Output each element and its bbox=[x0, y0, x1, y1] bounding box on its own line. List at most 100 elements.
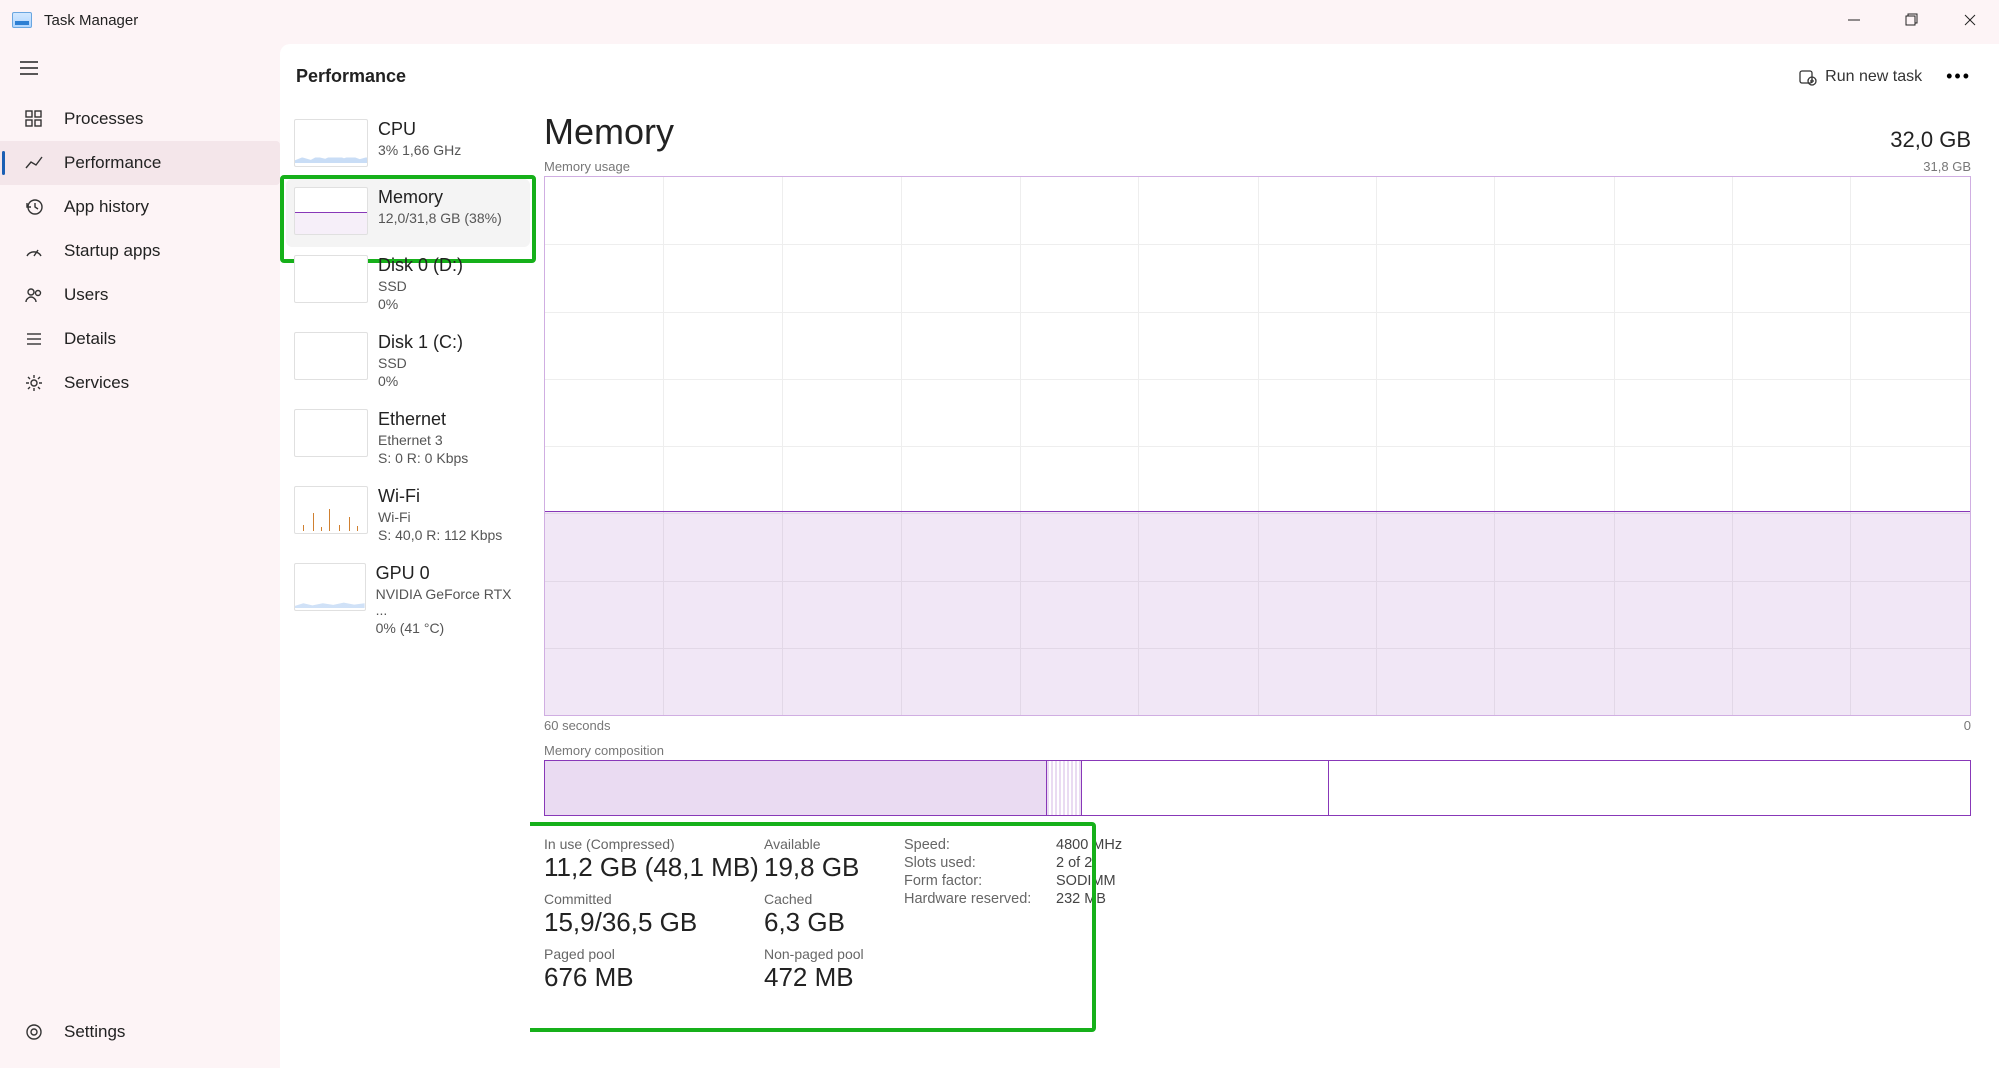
info-key: Hardware reserved: bbox=[904, 891, 1044, 907]
memory-composition-chart bbox=[544, 760, 1971, 816]
stat-value: 19,8 GB bbox=[764, 852, 904, 883]
app-icon bbox=[12, 12, 32, 28]
window-controls bbox=[1825, 0, 1999, 40]
info-key: Slots used: bbox=[904, 855, 1044, 871]
more-options-button[interactable]: ••• bbox=[1942, 62, 1975, 91]
resource-label: Wi-Fi bbox=[378, 486, 502, 507]
stat-value: 15,9/36,5 GB bbox=[544, 907, 764, 938]
cpu-sparkline bbox=[294, 119, 368, 167]
page-title: Performance bbox=[296, 66, 406, 87]
sidebar-item-label: Settings bbox=[64, 1022, 125, 1042]
gauge-icon bbox=[24, 241, 44, 261]
sidebar-item-label: Services bbox=[64, 373, 129, 393]
gpu-sparkline bbox=[294, 563, 366, 611]
stat-label: Committed bbox=[544, 891, 764, 907]
resource-label: Disk 0 (D:) bbox=[378, 255, 463, 276]
users-icon bbox=[24, 285, 44, 305]
resource-subtext2: 0% (41 °C) bbox=[376, 620, 522, 636]
resource-label: GPU 0 bbox=[376, 563, 522, 584]
stat-label: Available bbox=[764, 836, 904, 852]
detail-capacity: 32,0 GB bbox=[1890, 127, 1971, 153]
info-value: 2 of 2 bbox=[1056, 855, 1092, 871]
resource-item-cpu[interactable]: CPU 3% 1,66 GHz bbox=[286, 111, 530, 179]
composition-segment-modified bbox=[1047, 761, 1083, 815]
sidebar-item-label: Processes bbox=[64, 109, 143, 129]
resource-subtext: 12,0/31,8 GB (38%) bbox=[378, 210, 502, 226]
grid-icon bbox=[24, 109, 44, 129]
usage-chart-label: Memory usage bbox=[544, 159, 630, 174]
stat-label: Cached bbox=[764, 891, 904, 907]
run-task-icon bbox=[1799, 68, 1817, 86]
memory-stats: In use (Compressed) 11,2 GB (48,1 MB) Av… bbox=[544, 836, 1971, 993]
disk1-sparkline bbox=[294, 332, 368, 380]
history-icon bbox=[24, 197, 44, 217]
content-pane: Performance Run new task ••• CPU 3% 1,66… bbox=[280, 44, 1999, 1068]
stat-value: 472 MB bbox=[764, 962, 904, 993]
window-title: Task Manager bbox=[44, 12, 138, 29]
sidebar-item-services[interactable]: Services bbox=[0, 361, 280, 405]
composition-segment-standby bbox=[1082, 761, 1329, 815]
ethernet-sparkline bbox=[294, 409, 368, 457]
resource-label: Memory bbox=[378, 187, 502, 208]
title-bar: Task Manager bbox=[0, 0, 1999, 40]
stat-value: 6,3 GB bbox=[764, 907, 904, 938]
memory-info-table: Speed:4800 MHz Slots used:2 of 2 Form fa… bbox=[904, 836, 1204, 993]
info-value: SODIMM bbox=[1056, 873, 1116, 889]
resource-label: Disk 1 (C:) bbox=[378, 332, 463, 353]
sidebar-item-details[interactable]: Details bbox=[0, 317, 280, 361]
memory-usage-chart bbox=[544, 176, 1971, 716]
sidebar-item-performance[interactable]: Performance bbox=[0, 141, 280, 185]
resource-subtext2: 0% bbox=[378, 373, 463, 389]
sidebar-item-label: Startup apps bbox=[64, 241, 160, 261]
detail-title: Memory bbox=[544, 111, 674, 153]
resource-label: CPU bbox=[378, 119, 461, 140]
resource-item-disk0[interactable]: Disk 0 (D:) SSD 0% bbox=[286, 247, 530, 324]
stat-value: 11,2 GB (48,1 MB) bbox=[544, 852, 764, 883]
maximize-button[interactable] bbox=[1883, 0, 1941, 40]
resource-subtext: NVIDIA GeForce RTX ... bbox=[376, 586, 522, 618]
resource-item-memory[interactable]: Memory 12,0/31,8 GB (38%) bbox=[286, 179, 530, 247]
info-value: 232 MB bbox=[1056, 891, 1106, 907]
chart-icon bbox=[24, 153, 44, 173]
wifi-sparkline bbox=[294, 486, 368, 534]
hamburger-button[interactable] bbox=[0, 60, 280, 97]
sidebar-item-label: Users bbox=[64, 285, 108, 305]
list-icon bbox=[24, 329, 44, 349]
sidebar-item-processes[interactable]: Processes bbox=[0, 97, 280, 141]
composition-segment-free bbox=[1329, 761, 1970, 815]
info-value: 4800 MHz bbox=[1056, 837, 1122, 853]
run-new-task-button[interactable]: Run new task bbox=[1799, 68, 1922, 86]
resource-subtext2: S: 0 R: 0 Kbps bbox=[378, 450, 468, 466]
stat-value: 676 MB bbox=[544, 962, 764, 993]
memory-usage-fill bbox=[545, 511, 1970, 715]
gear-icon bbox=[24, 373, 44, 393]
info-key: Speed: bbox=[904, 837, 1044, 853]
sidebar-item-label: Details bbox=[64, 329, 116, 349]
resource-subtext: SSD bbox=[378, 278, 463, 294]
resource-item-gpu0[interactable]: GPU 0 NVIDIA GeForce RTX ... 0% (41 °C) bbox=[286, 555, 530, 648]
disk0-sparkline bbox=[294, 255, 368, 303]
resource-subtext: 3% 1,66 GHz bbox=[378, 142, 461, 158]
detail-pane: Memory 32,0 GB Memory usage 31,8 GB bbox=[530, 105, 1999, 1068]
settings-icon bbox=[24, 1022, 44, 1042]
resource-label: Ethernet bbox=[378, 409, 468, 430]
sidebar-item-startup[interactable]: Startup apps bbox=[0, 229, 280, 273]
usage-chart-max: 31,8 GB bbox=[1923, 159, 1971, 174]
sidebar-item-label: Performance bbox=[64, 153, 161, 173]
chart-axis-right: 0 bbox=[1964, 718, 1971, 733]
resource-subtext: Ethernet 3 bbox=[378, 432, 468, 448]
sidebar-item-settings[interactable]: Settings bbox=[0, 1010, 280, 1054]
resource-item-wifi[interactable]: Wi-Fi Wi-Fi S: 40,0 R: 112 Kbps bbox=[286, 478, 530, 555]
stat-label: Paged pool bbox=[544, 946, 764, 962]
minimize-button[interactable] bbox=[1825, 0, 1883, 40]
resource-item-disk1[interactable]: Disk 1 (C:) SSD 0% bbox=[286, 324, 530, 401]
sidebar: Processes Performance App history Startu… bbox=[0, 40, 280, 1068]
stat-label: In use (Compressed) bbox=[544, 836, 764, 852]
sidebar-item-users[interactable]: Users bbox=[0, 273, 280, 317]
resource-subtext: SSD bbox=[378, 355, 463, 371]
composition-label: Memory composition bbox=[544, 743, 664, 758]
close-button[interactable] bbox=[1941, 0, 1999, 40]
memory-sparkline bbox=[294, 187, 368, 235]
resource-item-ethernet[interactable]: Ethernet Ethernet 3 S: 0 R: 0 Kbps bbox=[286, 401, 530, 478]
sidebar-item-app-history[interactable]: App history bbox=[0, 185, 280, 229]
